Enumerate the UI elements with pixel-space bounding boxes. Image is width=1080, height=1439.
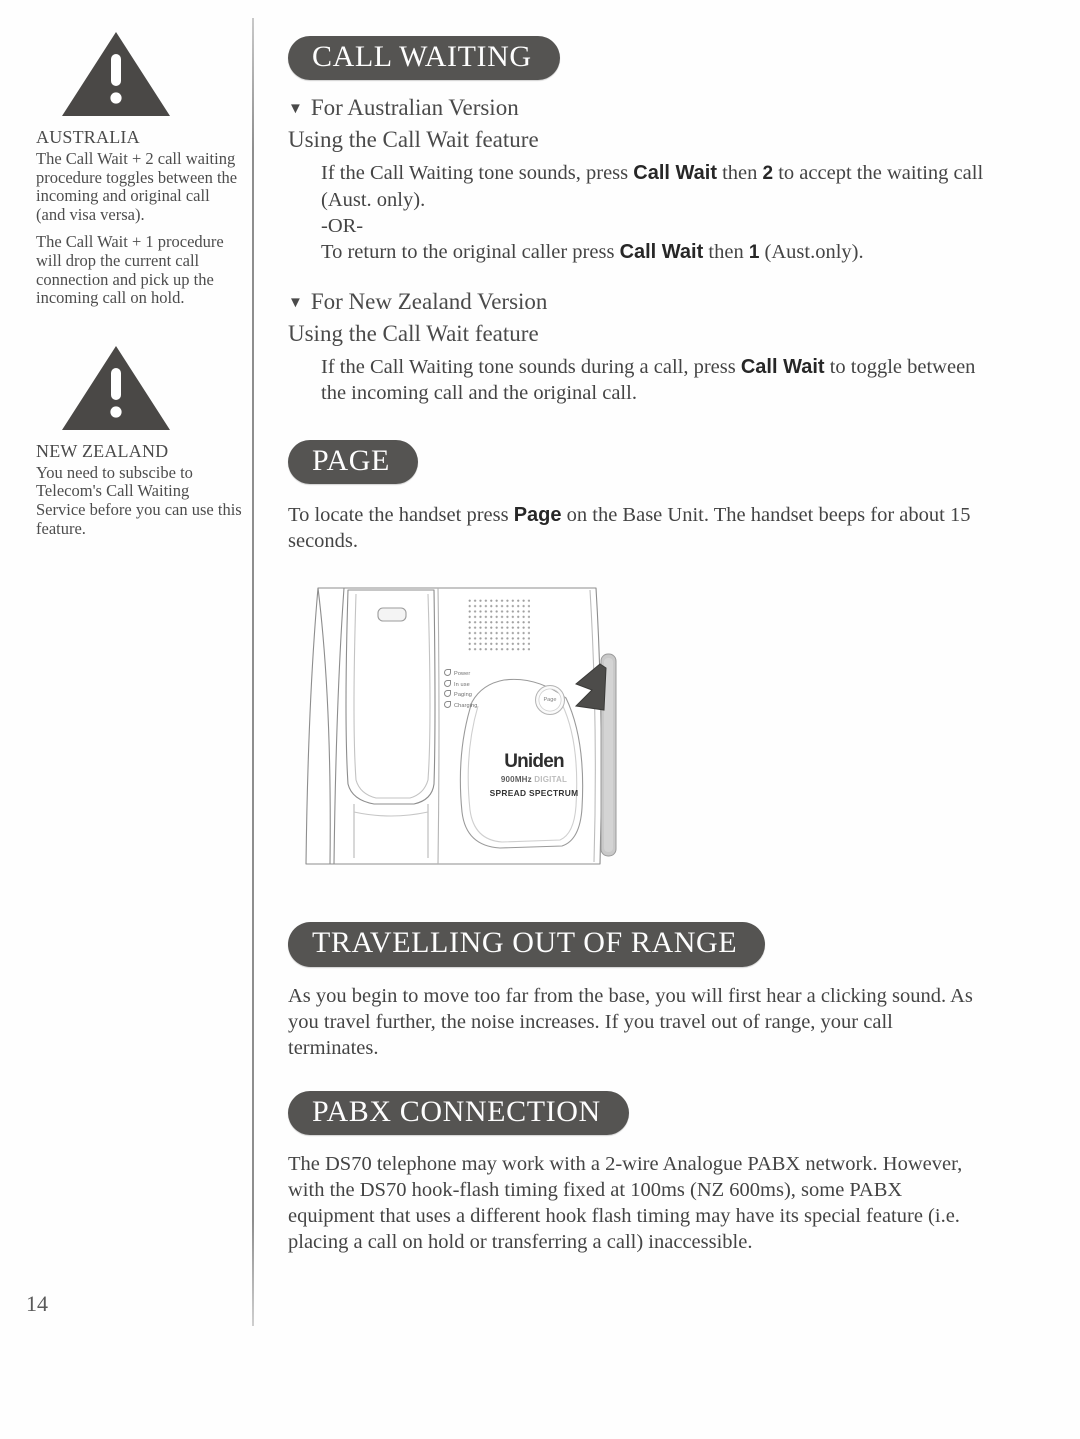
subheading-australian-version: ▼ For Australian Version: [288, 92, 988, 124]
led-label: Paging: [454, 692, 473, 699]
warning-triangle-icon: [60, 342, 172, 434]
text-fragment: 900MHz: [500, 775, 535, 785]
column-divider: [252, 18, 254, 1326]
section-heading-travelling: TRAVELLING OUT OF RANGE: [288, 922, 766, 967]
manual-page: AUSTRALIA The Call Wait + 2 call waiting…: [0, 0, 1080, 1439]
text-fragment: If the Call Waiting tone sounds during a…: [321, 355, 741, 378]
led-row: Charging: [444, 700, 478, 711]
notice-australia: AUSTRALIA The Call Wait + 2 call waiting…: [36, 28, 242, 308]
paragraph-or: -OR-: [321, 215, 364, 238]
notice-new-zealand: NEW ZEALAND You need to subscibe to Tele…: [36, 342, 242, 538]
warning-triangle-icon: [60, 28, 172, 120]
paragraph-au-return: To return to the original caller press C…: [288, 239, 988, 266]
base-unit-drawing: [305, 587, 617, 865]
key-digit: 2: [762, 163, 774, 185]
section-heading-pabx: PABX CONNECTION: [288, 1090, 629, 1136]
subheading-feature-au: Using the Call Wait feature: [288, 127, 539, 153]
led-icon: [444, 700, 451, 708]
base-unit-illustration: Power In use Paging Charging Page Uniden…: [304, 572, 624, 890]
key-name-call-wait: Call Wait: [619, 241, 704, 264]
subheading-feature-nz: Using the Call Wait feature: [288, 320, 539, 346]
led-label: In use: [454, 681, 470, 688]
led-label: Power: [454, 671, 471, 678]
key-name-call-wait: Call Wait: [633, 162, 717, 185]
text-fragment: then: [703, 241, 749, 264]
text-fragment: To return to the original caller press: [321, 241, 620, 264]
paragraph-nz-toggle: If the Call Waiting tone sounds during a…: [288, 354, 988, 406]
paragraph-pabx: The DS70 telephone may work with a 2-wir…: [288, 1153, 963, 1254]
text-fragment: DIGITAL: [534, 775, 568, 785]
uniden-branding: Uniden 900MHz DIGITAL SPREAD SPECTRUM: [472, 751, 596, 798]
led-icon: [444, 679, 451, 687]
brand-technology: SPREAD SPECTRUM: [489, 788, 579, 799]
notice-paragraph: The Call Wait + 1 procedure will drop th…: [36, 232, 224, 308]
text-fragment: then: [716, 162, 763, 185]
text-fragment: To locate the handset press: [288, 504, 514, 527]
subheading-new-zealand-version: ▼ For New Zealand Version: [288, 286, 988, 318]
section-call-waiting: CALL WAITING ▼ For Australian Version Usi…: [288, 36, 988, 406]
led-row: Power: [444, 669, 478, 679]
notice-region-label: NEW ZEALAND: [36, 440, 169, 461]
key-name-call-wait: Call Wait: [740, 355, 825, 378]
led-icon: [444, 669, 451, 677]
triangle-bullet-icon: ▼: [288, 295, 303, 312]
text-fragment: (Aust.only).: [759, 241, 864, 264]
paragraph-page: To locate the handset press Page on the …: [288, 502, 988, 554]
triangle-bullet-icon: ▼: [288, 101, 303, 118]
main-content: CALL WAITING ▼ For Australian Version Usi…: [288, 36, 988, 1255]
led-label: Charging: [454, 702, 478, 709]
key-digit: 1: [748, 242, 760, 264]
brand-frequency: 900MHz DIGITAL: [472, 775, 596, 784]
text-fragment: If the Call Waiting tone sounds, press: [321, 162, 634, 185]
section-page: PAGE To locate the handset press Page on…: [288, 439, 988, 890]
led-icon: [444, 690, 451, 698]
subheading-label: For Australian Version: [310, 95, 519, 121]
subheading-label: For New Zealand Version: [310, 289, 548, 315]
sidebar-notices: AUSTRALIA The Call Wait + 2 call waiting…: [36, 28, 242, 547]
speaker-grille: [467, 598, 530, 653]
notice-paragraph: You need to subscibe to Telecom's Call W…: [36, 462, 242, 538]
notice-region-label: AUSTRALIA: [36, 127, 140, 147]
notice-paragraph: The Call Wait + 2 call waiting procedure…: [36, 149, 238, 224]
page-number: 14: [26, 1291, 48, 1316]
section-travelling-out-of-range: TRAVELLING OUT OF RANGE As you begin to …: [288, 922, 988, 1060]
key-name-page: Page: [513, 504, 562, 527]
paragraph-travelling: As you begin to move too far from the ba…: [288, 984, 973, 1059]
paragraph-au-accept: If the Call Waiting tone sounds, press C…: [288, 160, 988, 213]
brand-name: Uniden: [504, 751, 564, 773]
led-row: In use: [444, 679, 478, 690]
section-pabx-connection: PABX CONNECTION The DS70 telephone may w…: [288, 1090, 988, 1255]
section-heading-call-waiting: CALL WAITING: [288, 36, 560, 81]
led-row: Paging: [444, 690, 478, 700]
led-indicator-labels: Power In use Paging Charging: [444, 669, 478, 711]
section-heading-page: PAGE: [288, 439, 418, 485]
